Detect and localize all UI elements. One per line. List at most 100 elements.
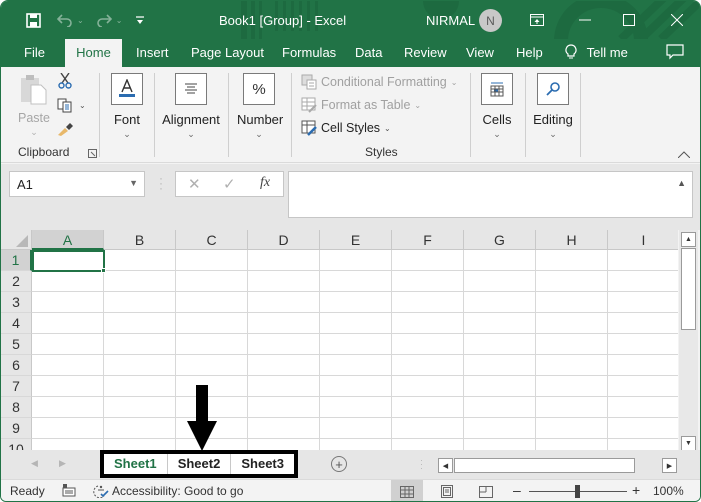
cell-h1[interactable] (536, 250, 608, 271)
cell-d9[interactable] (248, 418, 320, 439)
cell-i6[interactable] (608, 355, 678, 376)
cell-b5[interactable] (104, 334, 176, 355)
tab-data[interactable]: Data (355, 39, 382, 67)
column-header-c[interactable]: C (176, 230, 248, 250)
cell-a4[interactable] (32, 313, 104, 334)
cell-e7[interactable] (320, 376, 392, 397)
tab-home[interactable]: Home (65, 39, 122, 67)
cell-a3[interactable] (32, 292, 104, 313)
cell-b4[interactable] (104, 313, 176, 334)
undo-icon[interactable]: ⌄ (57, 13, 84, 27)
cell-d10[interactable] (248, 439, 320, 450)
cell-e5[interactable] (320, 334, 392, 355)
cell-e1[interactable] (320, 250, 392, 271)
format-as-table-button[interactable]: Format as Table ⌄ (301, 95, 421, 115)
cell-e4[interactable] (320, 313, 392, 334)
tab-insert[interactable]: Insert (136, 39, 169, 67)
cell-g7[interactable] (464, 376, 536, 397)
cell-i8[interactable] (608, 397, 678, 418)
cell-g4[interactable] (464, 313, 536, 334)
cell-h8[interactable] (536, 397, 608, 418)
number-button[interactable]: % Number ⌄ (237, 73, 283, 139)
next-sheet-icon[interactable]: ▶ (59, 458, 66, 469)
column-header-f[interactable]: F (392, 230, 464, 250)
cell-a7[interactable] (32, 376, 104, 397)
font-button[interactable]: Font ⌄ (107, 73, 147, 139)
cell-f9[interactable] (392, 418, 464, 439)
expand-formula-bar-icon[interactable]: ▲ (677, 178, 686, 188)
cell-e10[interactable] (320, 439, 392, 450)
minimize-icon[interactable] (571, 7, 599, 33)
cell-h9[interactable] (536, 418, 608, 439)
column-header-a[interactable]: A (32, 230, 104, 250)
cell-d3[interactable] (248, 292, 320, 313)
cell-b9[interactable] (104, 418, 176, 439)
formula-input[interactable]: ▲ (288, 171, 693, 218)
cell-i1[interactable] (608, 250, 678, 271)
name-box[interactable]: A1 ▼ (9, 171, 145, 197)
tab-formulas[interactable]: Formulas (282, 39, 336, 67)
zoom-level[interactable]: 100% (653, 484, 684, 498)
ribbon-display-options-icon[interactable] (523, 7, 551, 33)
scroll-up-button[interactable]: ▲ (681, 232, 696, 247)
row-header-7[interactable]: 7 (1, 376, 32, 397)
sheet-tab-sheet1[interactable]: Sheet1 (104, 454, 168, 474)
cell-c6[interactable] (176, 355, 248, 376)
cell-f8[interactable] (392, 397, 464, 418)
cell-b1[interactable] (104, 250, 176, 271)
cell-h4[interactable] (536, 313, 608, 334)
cell-g1[interactable] (464, 250, 536, 271)
cell-d4[interactable] (248, 313, 320, 334)
cell-e8[interactable] (320, 397, 392, 418)
user-name[interactable]: NIRMAL (426, 13, 475, 28)
cell-d1[interactable] (248, 250, 320, 271)
name-box-dropdown-icon[interactable]: ▼ (129, 178, 138, 188)
cell-g5[interactable] (464, 334, 536, 355)
cell-f7[interactable] (392, 376, 464, 397)
cell-e3[interactable] (320, 292, 392, 313)
enter-icon[interactable]: ✓ (223, 175, 236, 193)
row-header-1[interactable]: 1 (1, 250, 32, 271)
zoom-slider-thumb[interactable] (575, 485, 580, 498)
row-header-2[interactable]: 2 (1, 271, 32, 292)
close-icon[interactable] (663, 7, 691, 33)
macro-recording-icon[interactable] (62, 483, 76, 500)
cell-h5[interactable] (536, 334, 608, 355)
cell-g6[interactable] (464, 355, 536, 376)
cell-b8[interactable] (104, 397, 176, 418)
tab-split-handle[interactable]: · · · (420, 456, 423, 473)
editing-button[interactable]: Editing ⌄ (533, 73, 573, 139)
cell-h10[interactable] (536, 439, 608, 450)
row-header-5[interactable]: 5 (1, 334, 32, 355)
copy-button[interactable]: ⌄ (57, 98, 86, 113)
cell-g9[interactable] (464, 418, 536, 439)
normal-view-button[interactable] (391, 480, 423, 501)
tab-review[interactable]: Review (404, 39, 447, 67)
cell-f3[interactable] (392, 292, 464, 313)
cell-a9[interactable] (32, 418, 104, 439)
horizontal-scroll-thumb[interactable] (454, 458, 635, 473)
cell-a1[interactable] (32, 250, 105, 272)
cell-i3[interactable] (608, 292, 678, 313)
cell-a8[interactable] (32, 397, 104, 418)
worksheet-grid[interactable]: A B C D E F G H I 1 2 3 4 5 6 7 8 9 10 (1, 230, 678, 450)
accessibility-checker[interactable]: Accessibility: Good to go (93, 484, 243, 498)
cell-h6[interactable] (536, 355, 608, 376)
clipboard-launcher-icon[interactable] (88, 147, 97, 161)
select-all-button[interactable] (1, 230, 32, 250)
cell-b10[interactable] (104, 439, 176, 450)
cell-d6[interactable] (248, 355, 320, 376)
cell-f10[interactable] (392, 439, 464, 450)
cell-a6[interactable] (32, 355, 104, 376)
cell-g8[interactable] (464, 397, 536, 418)
cell-d7[interactable] (248, 376, 320, 397)
cell-f4[interactable] (392, 313, 464, 334)
vertical-scroll-thumb[interactable] (681, 248, 696, 330)
cell-i9[interactable] (608, 418, 678, 439)
redo-icon[interactable]: ⌄ (96, 13, 122, 27)
tab-view[interactable]: View (466, 39, 494, 67)
row-header-3[interactable]: 3 (1, 292, 32, 313)
sheet-tab-sheet3[interactable]: Sheet3 (231, 454, 294, 474)
cell-c5[interactable] (176, 334, 248, 355)
zoom-out-button[interactable]: – (513, 482, 521, 498)
